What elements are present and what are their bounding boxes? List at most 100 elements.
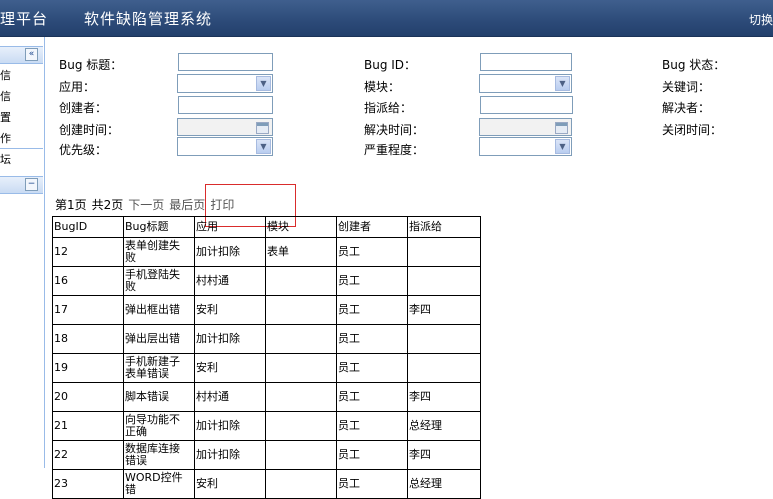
switch-link[interactable]: 切换	[749, 11, 773, 28]
module-select[interactable]: ▼	[479, 74, 572, 93]
cell-app: 加计扣除	[194, 237, 266, 267]
cell-assignee	[407, 324, 481, 354]
cell-app: 安利	[194, 353, 266, 383]
sidebar-item[interactable]: 坛	[0, 149, 11, 170]
bug-title-text: 表单创建失败	[125, 239, 180, 264]
cell-bug-title: 数据库连接错误	[123, 440, 195, 470]
table-row[interactable]: 23 WORD控件错 安利 员工 总经理	[52, 469, 481, 499]
cell-bug-id: 12	[52, 237, 124, 267]
cell-module	[265, 266, 337, 296]
cell-bug-id: 20	[52, 382, 124, 412]
column-header: BugID	[52, 216, 124, 238]
cell-bug-title: 弹出层出错	[123, 324, 195, 354]
last-page-link[interactable]: 最后页	[169, 198, 205, 212]
table-row[interactable]: 20 脚本错误 村村通 员工 李四	[52, 382, 481, 412]
bug-title-text: 向导功能不正确	[125, 413, 180, 438]
collapse-icon[interactable]: «	[25, 48, 38, 61]
table-row[interactable]: 18 弹出层出错 加计扣除 员工	[52, 324, 481, 354]
cell-bug-title: 手机登陆失败	[123, 266, 195, 296]
chevron-down-icon: ▼	[555, 76, 570, 91]
assignee-label: 指派给：	[364, 101, 413, 115]
cell-assignee: 总经理	[407, 469, 481, 499]
resolved-time-label: 解决时间：	[364, 123, 425, 137]
cell-app: 安利	[194, 295, 266, 325]
calendar-icon[interactable]	[555, 122, 568, 134]
bug-id-label: Bug ID：	[364, 58, 417, 72]
cell-bug-title: WORD控件错	[123, 469, 195, 499]
cell-module	[265, 324, 337, 354]
column-header: 应用	[194, 216, 266, 238]
cell-creator: 员工	[336, 469, 408, 499]
cell-assignee	[407, 353, 481, 383]
cell-bug-id: 19	[52, 353, 124, 383]
sidebar-item[interactable]: 作	[0, 128, 11, 149]
chevron-down-icon: ▼	[555, 139, 570, 154]
table-row[interactable]: 21 向导功能不正确 加计扣除 员工 总经理	[52, 411, 481, 441]
chevron-down-icon: ▼	[256, 139, 271, 154]
created-time-date-input[interactable]	[177, 118, 273, 136]
cell-module	[265, 353, 337, 383]
cell-bug-title: 脚本错误	[123, 382, 195, 412]
table-row[interactable]: 19 手机新建子表单错误 安利 员工	[52, 353, 481, 383]
bug-title-text: 弹出层出错	[125, 332, 180, 345]
cell-bug-id: 17	[52, 295, 124, 325]
chevron-down-icon: ▼	[256, 76, 271, 91]
sidebar-divider	[0, 148, 43, 149]
table-row[interactable]: 17 弹出框出错 安利 员工 李四	[52, 295, 481, 325]
priority-select[interactable]: ▼	[177, 137, 273, 156]
cell-bug-id: 21	[52, 411, 124, 441]
created-time-label: 创建时间：	[59, 123, 120, 137]
cell-module	[265, 295, 337, 325]
filter-form: Bug 标题： Bug ID： Bug 状态： 应用： ▼ 模块： ▼ 关键词：…	[45, 37, 773, 172]
table-row[interactable]: 22 数据库连接错误 加计扣除 员工 李四	[52, 440, 481, 470]
sidebar-panel-header-2: −	[0, 176, 43, 194]
cell-app: 安利	[194, 469, 266, 499]
next-page-link[interactable]: 下一页	[128, 198, 164, 212]
creator-input[interactable]	[178, 96, 273, 114]
system-title: 软件缺陷管理系统	[84, 10, 213, 28]
resolver-label: 解决者：	[662, 101, 711, 115]
bug-table: BugID Bug标题 应用 模块 创建者 指派给 12 表单创建失败 加计扣除…	[52, 216, 481, 499]
column-header: Bug标题	[123, 216, 195, 238]
cell-assignee	[407, 237, 481, 267]
cell-module	[265, 382, 337, 412]
sidebar-item[interactable]: 置	[0, 107, 11, 128]
bug-title-input[interactable]	[178, 53, 273, 71]
bug-status-label: Bug 状态：	[662, 58, 726, 72]
bug-title-label: Bug 标题：	[59, 58, 123, 72]
cell-assignee: 李四	[407, 440, 481, 470]
cell-assignee: 李四	[407, 382, 481, 412]
assignee-input[interactable]	[480, 96, 573, 114]
cell-module	[265, 411, 337, 441]
column-header: 模块	[265, 216, 337, 238]
cell-bug-title: 向导功能不正确	[123, 411, 195, 441]
bug-id-input[interactable]	[480, 53, 572, 71]
sidebar-item[interactable]: 信	[0, 65, 11, 86]
cell-bug-id: 16	[52, 266, 124, 296]
current-page: 第1页	[55, 198, 87, 212]
bug-title-text: 数据库连接错误	[125, 442, 180, 467]
top-header: 理平台 软件缺陷管理系统 切换	[0, 0, 773, 37]
sidebar-item[interactable]: 信	[0, 86, 11, 107]
cell-creator: 员工	[336, 237, 408, 267]
keyword-label: 关键词：	[662, 80, 711, 94]
table-row[interactable]: 16 手机登陆失败 村村通 员工	[52, 266, 481, 296]
app-select[interactable]: ▼	[177, 74, 273, 93]
cell-creator: 员工	[336, 353, 408, 383]
closed-time-label: 关闭时间：	[662, 123, 723, 137]
cell-bug-id: 22	[52, 440, 124, 470]
cell-creator: 员工	[336, 411, 408, 441]
resolved-time-date-input[interactable]	[479, 118, 572, 136]
bug-title-text: 弹出框出错	[125, 303, 180, 316]
cell-assignee	[407, 266, 481, 296]
severity-select[interactable]: ▼	[479, 137, 572, 156]
cell-app: 加计扣除	[194, 324, 266, 354]
bug-title-text: WORD控件错	[125, 471, 183, 496]
minus-icon[interactable]: −	[25, 178, 38, 191]
module-label: 模块：	[364, 80, 401, 94]
column-header: 指派给	[407, 216, 481, 238]
table-row[interactable]: 12 表单创建失败 加计扣除 表单 员工	[52, 237, 481, 267]
calendar-icon[interactable]	[256, 122, 269, 134]
cell-creator: 员工	[336, 266, 408, 296]
table-header-row: BugID Bug标题 应用 模块 创建者 指派给	[52, 216, 481, 238]
